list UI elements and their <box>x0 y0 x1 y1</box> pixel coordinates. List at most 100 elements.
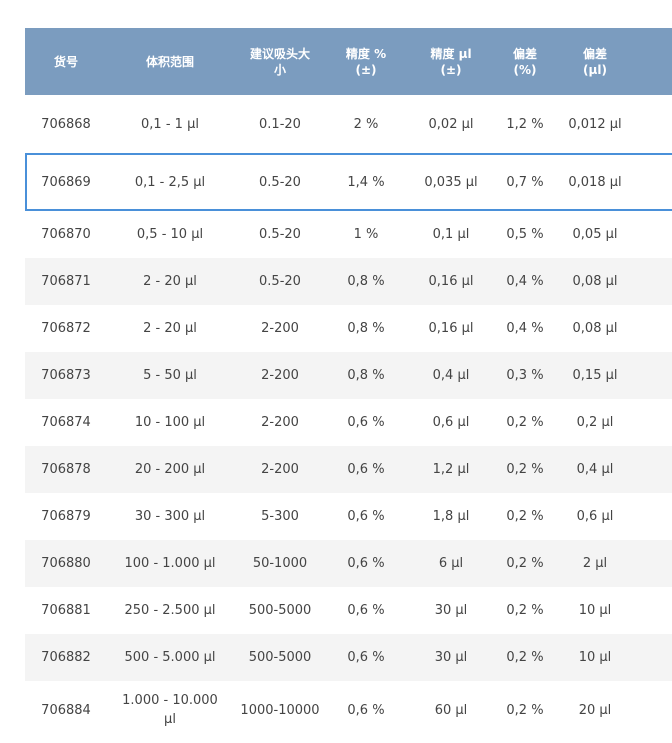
cell-text: 0,018 µl <box>568 174 622 190</box>
cell-text: 2-200 <box>261 415 299 430</box>
cell-tip-size: 1000-10000 <box>233 681 327 739</box>
cell-volume-range: 0,5 - 10 µl <box>107 211 233 258</box>
cell-article-no: 706880 <box>25 540 107 587</box>
col-header-article-no: 货号 <box>53 54 78 69</box>
cell-article-no: 706874 <box>25 399 107 446</box>
cell-deviation-pct: 0,2 % <box>497 446 553 493</box>
cell-article-no: 706869 <box>25 155 107 209</box>
cell-text: 706872 <box>41 321 91 336</box>
cell-text: 0,6 % <box>347 603 385 618</box>
cell-text: 706870 <box>41 227 91 242</box>
table-row[interactable]: 706879 30 - 300 µl 5-300 0,6 % 1,8 µl 0,2 % 0,… <box>25 493 672 540</box>
cell-precision-pct: 0,6 % <box>327 446 405 493</box>
table-row[interactable]: 706869 0,1 - 2,5 µl 0.5-20 1,4 % 0,035 µl 0,7… <box>25 153 672 211</box>
cell-text: 0,15 µl <box>572 368 618 383</box>
cell-tip-size: 0.1-20 <box>233 95 327 153</box>
table-row[interactable]: 706880 100 - 1.000 µl 50-1000 0,6 % 6 µl 0,2 … <box>25 540 672 587</box>
cell-precision-pct: 0,8 % <box>327 305 405 352</box>
cell-precision-ul: 1,8 µl <box>405 493 497 540</box>
cell-deviation-ul: 0,012 µl <box>553 95 637 153</box>
cell-precision-pct: 0,6 % <box>327 587 405 634</box>
cell-text: 0,6 µl <box>432 415 470 430</box>
table-header: 货号 体积范围 建议吸头大 小 精度 % (±) 精度 µl (±) 偏差 (%… <box>25 28 672 95</box>
cell-precision-pct: 1,4 % <box>327 155 405 209</box>
table-row[interactable]: 706882 500 - 5.000 µl 500-5000 0,6 % 30 µl 0,… <box>25 634 672 681</box>
cell-precision-pct: 1 % <box>327 211 405 258</box>
cell-deviation-pct: 0,2 % <box>497 587 553 634</box>
cell-text: 0,6 % <box>347 462 385 477</box>
cell-text: 0,16 µl <box>428 321 474 336</box>
cell-text: 0.5-20 <box>259 174 301 190</box>
cell-precision-ul: 1,2 µl <box>405 446 497 493</box>
cell-text: 1,2 µl <box>432 462 470 477</box>
cell-deviation-pct: 0,2 % <box>497 681 553 739</box>
cell-text: 2-200 <box>261 368 299 383</box>
cell-text: 6 µl <box>438 556 464 571</box>
cell-deviation-ul: 0,08 µl <box>553 305 637 352</box>
cell-text: 0,1 - 2,5 µl <box>134 174 206 190</box>
cell-text: 0.5-20 <box>259 274 301 289</box>
cell-text: 0,6 % <box>347 650 385 665</box>
cell-text: 0,8 % <box>347 321 385 336</box>
table-row[interactable]: 706874 10 - 100 µl 2-200 0,6 % 0,6 µl 0,2 % 0,… <box>25 399 672 446</box>
table-row[interactable]: 706884 1.000 - 10.000 µl 1000-10000 0,6 % 60… <box>25 681 672 739</box>
table-row[interactable]: 706878 20 - 200 µl 2-200 0,6 % 1,2 µl 0,2 % 0,… <box>25 446 672 493</box>
cell-tip-size: 500-5000 <box>233 587 327 634</box>
cell-volume-range: 100 - 1.000 µl <box>107 540 233 587</box>
cell-article-no: 706871 <box>25 258 107 305</box>
cell-deviation-ul: 0,6 µl <box>553 493 637 540</box>
table-row[interactable]: 706871 2 - 20 µl 0.5-20 0,8 % 0,16 µl 0,4 % 0,… <box>25 258 672 305</box>
cell-text: 0,5 - 10 µl <box>136 227 204 242</box>
cell-text: 0,6 % <box>347 556 385 571</box>
cell-text: 1000-10000 <box>240 702 320 718</box>
cell-text: 706878 <box>41 462 91 477</box>
cell-text: 20 - 200 µl <box>134 462 206 477</box>
cell-text: 706871 <box>41 274 91 289</box>
cell-text: 2 µl <box>582 556 608 571</box>
cell-volume-range: 2 - 20 µl <box>107 258 233 305</box>
col-header-tip-size: 建议吸头大 小 <box>249 46 310 77</box>
table-row[interactable]: 706868 0,1 - 1 µl 0.1-20 2 % 0,02 µl 1,2 % 0,0… <box>25 95 672 153</box>
cell-text: 0,7 % <box>506 174 544 190</box>
table-row[interactable]: 706872 2 - 20 µl 2-200 0,8 % 0,16 µl 0,4 % 0,0… <box>25 305 672 352</box>
col-header-precision-pct: 精度 % (±) <box>345 46 387 77</box>
col-header-deviation-pct: 偏差 (%) <box>512 46 537 77</box>
cell-text: 1 % <box>353 227 379 242</box>
cell-text: 2-200 <box>261 462 299 477</box>
cell-text: 706868 <box>41 116 91 132</box>
cell-deviation-ul: 10 µl <box>553 587 637 634</box>
cell-text: 0,6 % <box>347 415 385 430</box>
cell-precision-pct: 0,8 % <box>327 352 405 399</box>
table-row[interactable]: 706873 5 - 50 µl 2-200 0,8 % 0,4 µl 0,3 % 0,15… <box>25 352 672 399</box>
cell-text: 0,035 µl <box>424 174 478 190</box>
cell-precision-ul: 60 µl <box>405 681 497 739</box>
cell-deviation-pct: 0,2 % <box>497 634 553 681</box>
cell-text: 0,4 % <box>506 321 544 336</box>
cell-text: 0.5-20 <box>259 227 301 242</box>
cell-text: 0,08 µl <box>572 274 618 289</box>
cell-text: 0,2 % <box>506 556 544 571</box>
cell-text: 1,8 µl <box>432 509 470 524</box>
cell-precision-ul: 0,4 µl <box>405 352 497 399</box>
cell-tip-size: 5-300 <box>233 493 327 540</box>
cell-volume-range: 0,1 - 2,5 µl <box>107 155 233 209</box>
cell-tip-size: 0.5-20 <box>233 258 327 305</box>
cell-article-no: 706878 <box>25 446 107 493</box>
cell-text: 0,012 µl <box>568 116 622 132</box>
cell-deviation-ul: 20 µl <box>553 681 637 739</box>
cell-text: 706884 <box>41 702 91 718</box>
cell-volume-range: 30 - 300 µl <box>107 493 233 540</box>
cell-text: 5-300 <box>261 509 299 524</box>
cell-text: 100 - 1.000 µl <box>124 556 216 571</box>
table-row[interactable]: 706881 250 - 2.500 µl 500-5000 0,6 % 30 µl 0,… <box>25 587 672 634</box>
cell-text: 500-5000 <box>248 650 312 665</box>
cell-text: 0,2 % <box>506 702 544 718</box>
cell-text: 2 - 20 µl <box>143 274 197 289</box>
cell-article-no: 706873 <box>25 352 107 399</box>
cell-text: 10 µl <box>578 650 612 665</box>
cell-text: 0,2 % <box>506 509 544 524</box>
cell-text: 0.1-20 <box>259 116 301 132</box>
cell-text: 0,2 % <box>506 650 544 665</box>
cell-text: 60 µl <box>434 702 468 718</box>
table-row[interactable]: 706870 0,5 - 10 µl 0.5-20 1 % 0,1 µl 0,5 % 0,0… <box>25 211 672 258</box>
